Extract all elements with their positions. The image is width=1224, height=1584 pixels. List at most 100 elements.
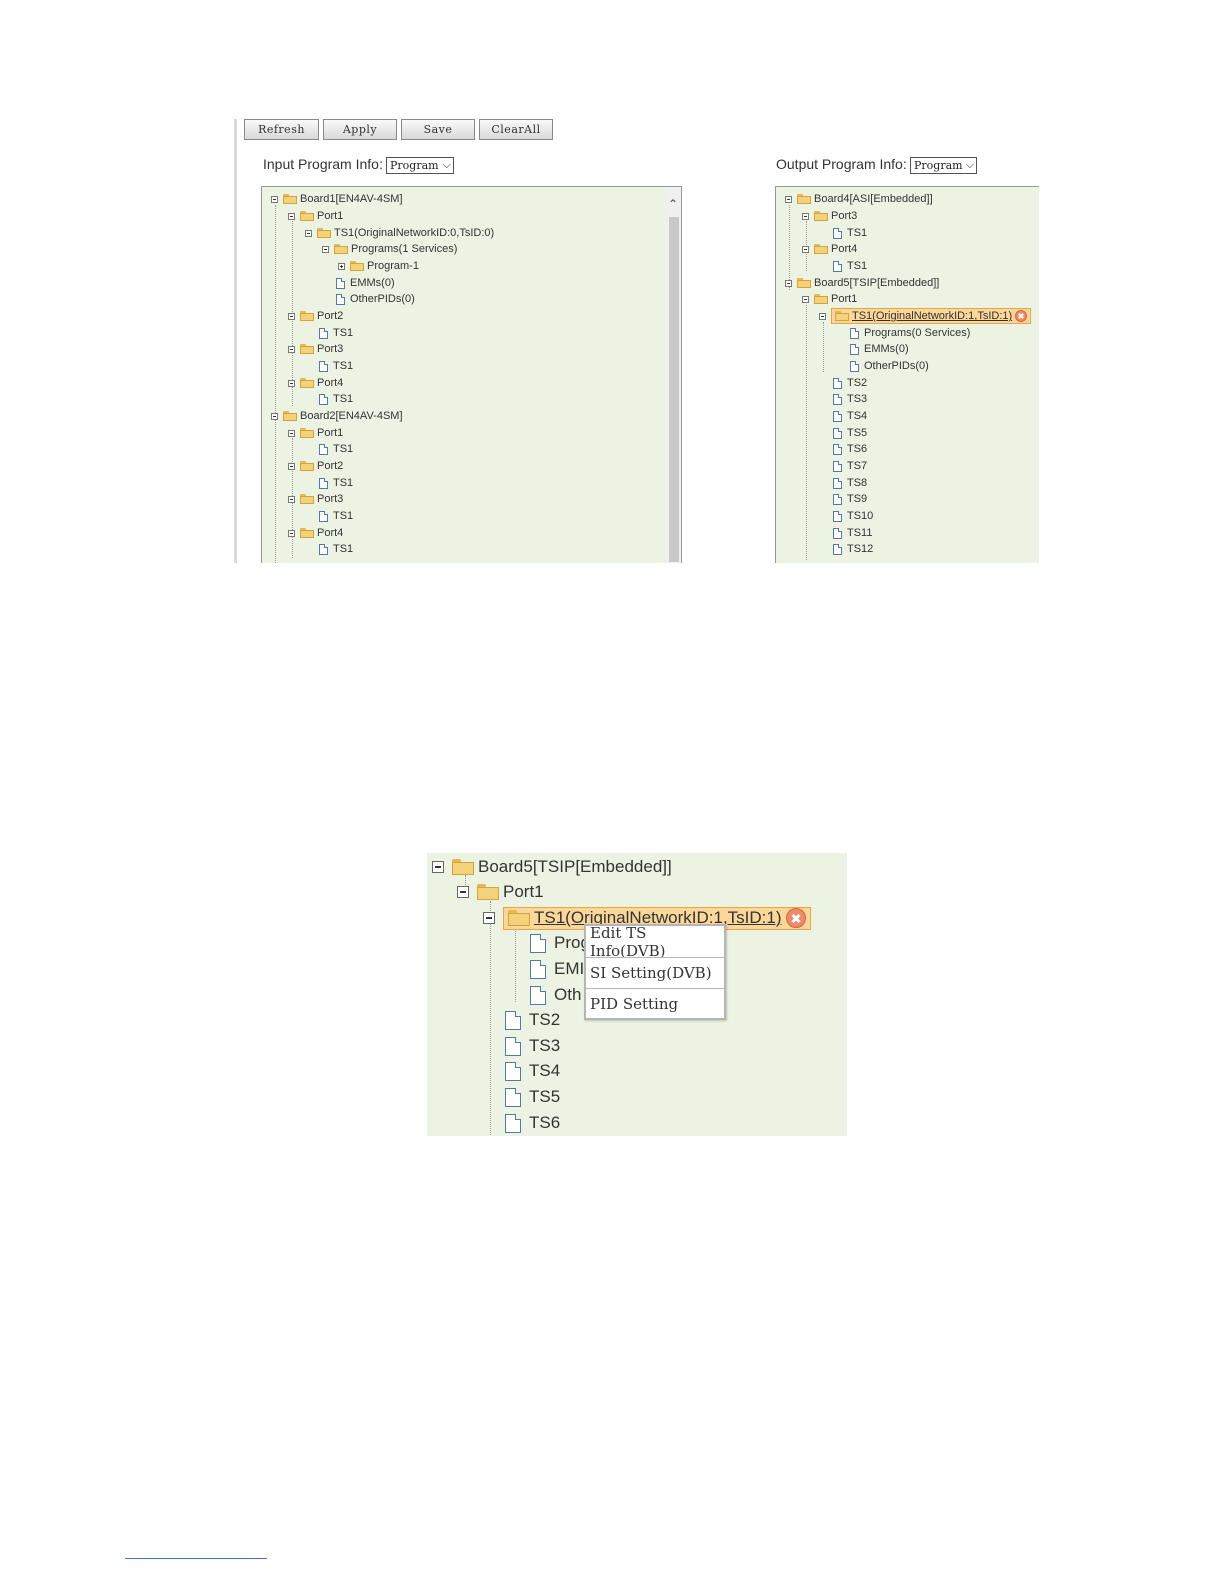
collapse-icon[interactable] — [288, 495, 295, 503]
tree-node-file[interactable]: TS2 — [833, 375, 867, 391]
tree-node-label: Port3 — [831, 210, 858, 222]
tree-node-folder[interactable]: Port1 — [288, 208, 343, 224]
tree-node-file[interactable]: TS1 — [319, 508, 353, 524]
tree-node-folder[interactable]: Board1[EN4AV-4SM] — [271, 191, 403, 207]
tree-node-file[interactable]: TS1 — [319, 358, 353, 374]
collapse-icon[interactable] — [288, 312, 295, 320]
tree-node-file[interactable]: TS1 — [319, 441, 353, 457]
selected-node-highlight[interactable]: TS1(OriginalNetworkID:1,TsID:1) — [831, 308, 1032, 324]
collapse-icon[interactable] — [305, 229, 312, 237]
collapse-icon[interactable] — [432, 861, 444, 873]
collapse-icon[interactable] — [785, 195, 792, 203]
tree-node-folder[interactable]: Port2 — [288, 458, 343, 474]
tree-node-folder[interactable]: TS1(OriginalNetworkID:0,TsID:0) — [305, 225, 494, 241]
collapse-icon[interactable] — [288, 529, 295, 537]
collapse-icon[interactable] — [288, 212, 295, 220]
tree-node-folder[interactable]: Port3 — [288, 491, 343, 507]
collapse-icon[interactable] — [288, 462, 295, 470]
collapse-icon[interactable] — [288, 379, 295, 387]
collapse-icon[interactable] — [802, 212, 809, 220]
scroll-up-icon[interactable]: ⌃ — [668, 197, 678, 211]
collapse-icon[interactable] — [322, 245, 329, 253]
tree-node-label: Programs(1 Services) — [351, 243, 458, 255]
tree-node-file[interactable]: TS1 — [833, 225, 867, 241]
tree-node-folder[interactable]: Program-1 — [338, 258, 419, 274]
tree-node-label: Port1 — [317, 210, 344, 222]
tree-node-folder[interactable]: Port2 — [288, 308, 343, 324]
tree-node-folder[interactable]: Port1 — [457, 880, 544, 904]
apply-button[interactable]: Apply — [323, 119, 397, 140]
tree-node-folder[interactable]: Port4 — [288, 375, 343, 391]
tree-node-folder[interactable]: Port3 — [288, 341, 343, 357]
tree-node-file[interactable]: TS6 — [833, 441, 867, 457]
tree-node-file[interactable]: TS6 — [505, 1111, 560, 1135]
tree-node-file[interactable]: TS4 — [833, 408, 867, 424]
tree-node-file[interactable]: Prog — [530, 931, 590, 955]
tree-node-folder[interactable]: Port3 — [802, 208, 857, 224]
tree-node-file[interactable]: TS2 — [505, 1008, 560, 1032]
tree-node-file[interactable]: TS5 — [833, 425, 867, 441]
collapse-icon[interactable] — [271, 195, 278, 203]
tree-node-file[interactable]: OtherPIDs(0) — [850, 358, 929, 374]
input-program-select[interactable]: Program ⌵ — [386, 157, 454, 174]
tree-node-folder[interactable]: Port4 — [288, 525, 343, 541]
tree-node-label: TS7 — [847, 460, 868, 472]
tree-node-file[interactable]: OtherPIDs(0) — [336, 291, 415, 307]
file-icon — [833, 510, 842, 522]
collapse-icon[interactable] — [819, 312, 826, 320]
tree-node-folder[interactable]: Board4[ASI[Embedded]] — [785, 191, 933, 207]
tree-node-file[interactable]: TS7 — [833, 458, 867, 474]
tree-node-file[interactable]: EMMs(0) — [336, 275, 395, 291]
collapse-icon[interactable] — [288, 429, 295, 437]
collapse-icon[interactable] — [785, 279, 792, 287]
tree-node-file[interactable]: TS3 — [833, 391, 867, 407]
output-program-select[interactable]: Program ⌵ — [910, 157, 977, 174]
tree-node-label: Port2 — [317, 460, 344, 472]
refresh-button[interactable]: Refresh — [244, 119, 319, 140]
tree-node-file[interactable]: TS1 — [833, 258, 867, 274]
tree-node-file[interactable]: TS4 — [505, 1059, 560, 1083]
file-icon — [833, 393, 842, 405]
tree-node-file[interactable]: TS12 — [833, 541, 873, 557]
tree-node-file[interactable]: TS10 — [833, 508, 873, 524]
scrollbar-thumb[interactable] — [669, 217, 679, 562]
menu-item-edit-ts-info[interactable]: Edit TS Info(DVB) — [586, 924, 724, 960]
tree-node-folder[interactable]: Programs(1 Services) — [322, 241, 457, 257]
tree-node-file[interactable]: TS1 — [319, 475, 353, 491]
collapse-icon[interactable] — [483, 912, 495, 924]
tree-node-file[interactable]: TS11 — [833, 525, 872, 541]
context-menu: Edit TS Info(DVB) SI Setting(DVB) PID Se… — [584, 924, 726, 1020]
tree-node-file[interactable]: Oth — [530, 983, 581, 1007]
delete-icon[interactable] — [785, 908, 806, 928]
collapse-icon[interactable] — [271, 412, 278, 420]
output-tree-pane: Board4[ASI[Embedded]] Port3 TS1 Port4 TS… — [775, 186, 1039, 563]
tree-node-file[interactable]: Programs(0 Services) — [850, 325, 970, 341]
menu-item-si-setting[interactable]: SI Setting(DVB) — [586, 957, 724, 988]
tree-node-file[interactable]: TS1 — [319, 541, 353, 557]
tree-node-file[interactable]: TS5 — [505, 1085, 560, 1109]
clear-all-button[interactable]: ClearAll — [479, 119, 553, 140]
tree-node-selected-ts[interactable]: TS1(OriginalNetworkID:1,TsID:1) — [819, 308, 1032, 324]
tree-node-folder[interactable]: Board2[EN4AV-4SM] — [271, 408, 403, 424]
expand-icon[interactable] — [338, 262, 345, 270]
tree-node-file[interactable]: EMMs(0) — [850, 341, 909, 357]
tree-node-file[interactable]: TS8 — [833, 475, 867, 491]
collapse-icon[interactable] — [457, 886, 469, 898]
tree-node-file[interactable]: TS9 — [833, 491, 867, 507]
save-button[interactable]: Save — [401, 119, 475, 140]
tree-node-folder[interactable]: Board5[TSIP[Embedded]] — [432, 855, 672, 879]
collapse-icon[interactable] — [802, 295, 809, 303]
tree-node-folder[interactable]: Board5[TSIP[Embedded]] — [785, 275, 939, 291]
tree-node-file[interactable]: TS1 — [319, 391, 353, 407]
menu-item-pid-setting[interactable]: PID Setting — [586, 988, 724, 1019]
tree-node-file[interactable]: EMI — [530, 957, 584, 981]
delete-icon[interactable] — [1015, 310, 1028, 322]
input-tree-scrollbar[interactable]: ⌃ — [667, 187, 681, 563]
collapse-icon[interactable] — [802, 245, 809, 253]
collapse-icon[interactable] — [288, 345, 295, 353]
tree-node-file[interactable]: TS1 — [319, 325, 353, 341]
tree-node-folder[interactable]: Port1 — [288, 425, 343, 441]
tree-node-folder[interactable]: Port4 — [802, 241, 857, 257]
tree-node-folder[interactable]: Port1 — [802, 291, 857, 307]
tree-node-file[interactable]: TS3 — [505, 1034, 560, 1058]
